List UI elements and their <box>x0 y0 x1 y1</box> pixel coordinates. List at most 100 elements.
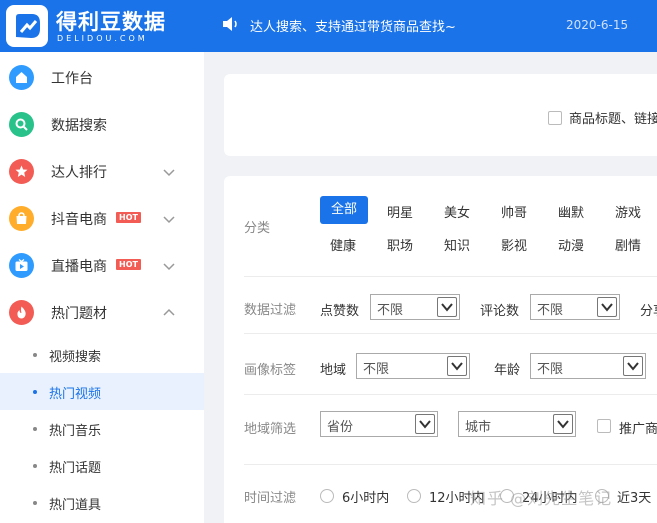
category-tag-handsome[interactable]: 帅哥 <box>501 202 527 221</box>
sidebar-item-label: 达人排行 <box>51 165 107 181</box>
category-tag-knowledge[interactable]: 知识 <box>444 235 470 254</box>
comments-label: 评论数 <box>480 304 520 319</box>
hot-badge: HOT <box>116 259 141 270</box>
sidebar-subitem-label: 热门视频 <box>49 387 102 402</box>
age-select[interactable]: 不限 <box>530 353 646 379</box>
region-label: 地域 <box>320 363 347 378</box>
chevron-down-icon <box>162 212 176 226</box>
sidebar-item-label: 热门题材 <box>51 306 107 322</box>
sidebar-item-workbench[interactable]: 工作台 <box>0 54 204 101</box>
star-icon <box>9 159 34 184</box>
sidebar-subitem-label: 热门音乐 <box>49 424 102 439</box>
bag-icon <box>9 206 34 231</box>
sidebar-subitem-hot-videos[interactable]: 热门视频 <box>0 373 204 410</box>
likes-select[interactable]: 不限 <box>370 294 460 320</box>
sidebar-item-live-ecommerce[interactable]: 直播电商 HOT <box>0 242 204 289</box>
logo[interactable]: 得利豆数据 DELIDOU.COM <box>6 5 196 47</box>
category-tag-health[interactable]: 健康 <box>330 235 356 254</box>
likes-label: 点赞数 <box>320 304 360 319</box>
category-tag-gaming[interactable]: 游戏 <box>615 202 641 221</box>
sidebar-subitem-label: 视频搜索 <box>49 350 102 365</box>
category-tag-workplace[interactable]: 职场 <box>387 235 413 254</box>
province-select[interactable]: 省份 <box>320 411 438 437</box>
speaker-icon <box>222 17 240 31</box>
likes-select-value: 不限 <box>377 303 404 318</box>
divider <box>244 394 657 395</box>
comments-select[interactable]: 不限 <box>530 294 620 320</box>
chevron-down-icon <box>597 297 617 317</box>
bullet-icon <box>33 464 37 468</box>
time-option-label: 6小时内 <box>342 491 390 506</box>
chevron-down-icon <box>553 414 573 434</box>
province-select-value: 省份 <box>327 420 354 435</box>
time-filter-label: 时间过滤 <box>244 491 297 506</box>
divider <box>244 464 657 465</box>
category-tag-celebrity[interactable]: 明星 <box>387 202 413 221</box>
category-label: 分类 <box>244 221 271 236</box>
category-tag-beauty[interactable]: 美女 <box>444 202 470 221</box>
time-radio-6h[interactable] <box>320 489 334 503</box>
sidebar-item-label: 直播电商 <box>51 259 107 275</box>
age-label: 年龄 <box>494 363 521 378</box>
chevron-down-icon <box>162 165 176 179</box>
sidebar-subitem-hot-music[interactable]: 热门音乐 <box>0 410 204 447</box>
category-tag-all[interactable]: 全部 <box>320 196 368 224</box>
sidebar-item-douyin-ecommerce[interactable]: 抖音电商 HOT <box>0 195 204 242</box>
search-card: 商品标题、链接 <box>224 74 657 156</box>
brand-name: 得利豆数据 <box>56 10 166 34</box>
category-tag-humor[interactable]: 幽默 <box>558 202 584 221</box>
chevron-down-icon <box>623 356 643 376</box>
data-filter-label: 数据过滤 <box>244 303 297 318</box>
time-option-label: 近3天 <box>617 491 652 506</box>
home-icon <box>9 65 34 90</box>
bullet-icon <box>33 353 37 357</box>
region-select-value: 不限 <box>363 362 390 377</box>
brand-domain: DELIDOU.COM <box>57 34 148 43</box>
sidebar-item-label: 抖音电商 <box>51 212 107 228</box>
bullet-icon <box>33 501 37 505</box>
fire-icon <box>9 300 34 325</box>
sidebar-subitem-video-search[interactable]: 视频搜索 <box>0 336 204 373</box>
comments-select-value: 不限 <box>537 303 564 318</box>
sidebar: 工作台 数据搜索 达人排行 抖音电商 HOT 直播电商 HOT 热门题材 视频搜… <box>0 52 204 523</box>
logo-icon <box>6 5 48 47</box>
sidebar-item-data-search[interactable]: 数据搜索 <box>0 101 204 148</box>
product-title-checkbox-label: 商品标题、链接 <box>569 112 657 127</box>
tv-icon <box>9 253 34 278</box>
sidebar-item-hot-topics[interactable]: 热门题材 <box>0 289 204 336</box>
divider <box>244 333 657 334</box>
shares-label: 分享 <box>640 304 657 319</box>
announcement-text: 达人搜索、支持通过带货商品查找~ <box>250 20 456 35</box>
divider <box>244 276 657 277</box>
sidebar-subitem-hot-hashtags[interactable]: 热门话题 <box>0 447 204 484</box>
sidebar-item-influencer-ranking[interactable]: 达人排行 <box>0 148 204 195</box>
category-tag-film[interactable]: 影视 <box>501 235 527 254</box>
sidebar-subitem-hot-props[interactable]: 热门道具 <box>0 484 204 521</box>
chevron-down-icon <box>415 414 435 434</box>
search-icon <box>9 112 34 137</box>
promo-checkbox[interactable] <box>597 419 611 433</box>
region-filter-label: 地域筛选 <box>244 422 297 437</box>
bullet-icon <box>33 427 37 431</box>
chevron-down-icon <box>437 297 457 317</box>
city-select[interactable]: 城市 <box>458 411 576 437</box>
time-radio-12h[interactable] <box>407 489 421 503</box>
sidebar-subitem-label: 热门话题 <box>49 461 102 476</box>
category-tag-drama[interactable]: 剧情 <box>615 235 641 254</box>
top-header: 得利豆数据 DELIDOU.COM 达人搜索、支持通过带货商品查找~ 2020-… <box>0 0 657 52</box>
portrait-label: 画像标签 <box>244 363 297 378</box>
chevron-up-icon <box>162 306 176 320</box>
age-select-value: 不限 <box>537 362 564 377</box>
hot-badge: HOT <box>116 212 141 223</box>
sidebar-item-label: 数据搜索 <box>51 118 107 134</box>
bullet-icon <box>33 390 37 394</box>
promo-checkbox-label: 推广商 <box>619 422 657 437</box>
header-date: 2020-6-15 <box>566 18 629 32</box>
watermark: 知乎 @刘先生笔记 <box>470 489 613 508</box>
category-tag-anime[interactable]: 动漫 <box>558 235 584 254</box>
region-select[interactable]: 不限 <box>356 353 470 379</box>
filter-card: 分类 全部 明星 美女 帅哥 幽默 游戏 健康 职场 知识 影视 动漫 剧情 数… <box>224 176 657 523</box>
sidebar-item-label: 工作台 <box>51 71 93 87</box>
chevron-down-icon <box>162 259 176 273</box>
product-title-checkbox[interactable] <box>548 111 562 125</box>
